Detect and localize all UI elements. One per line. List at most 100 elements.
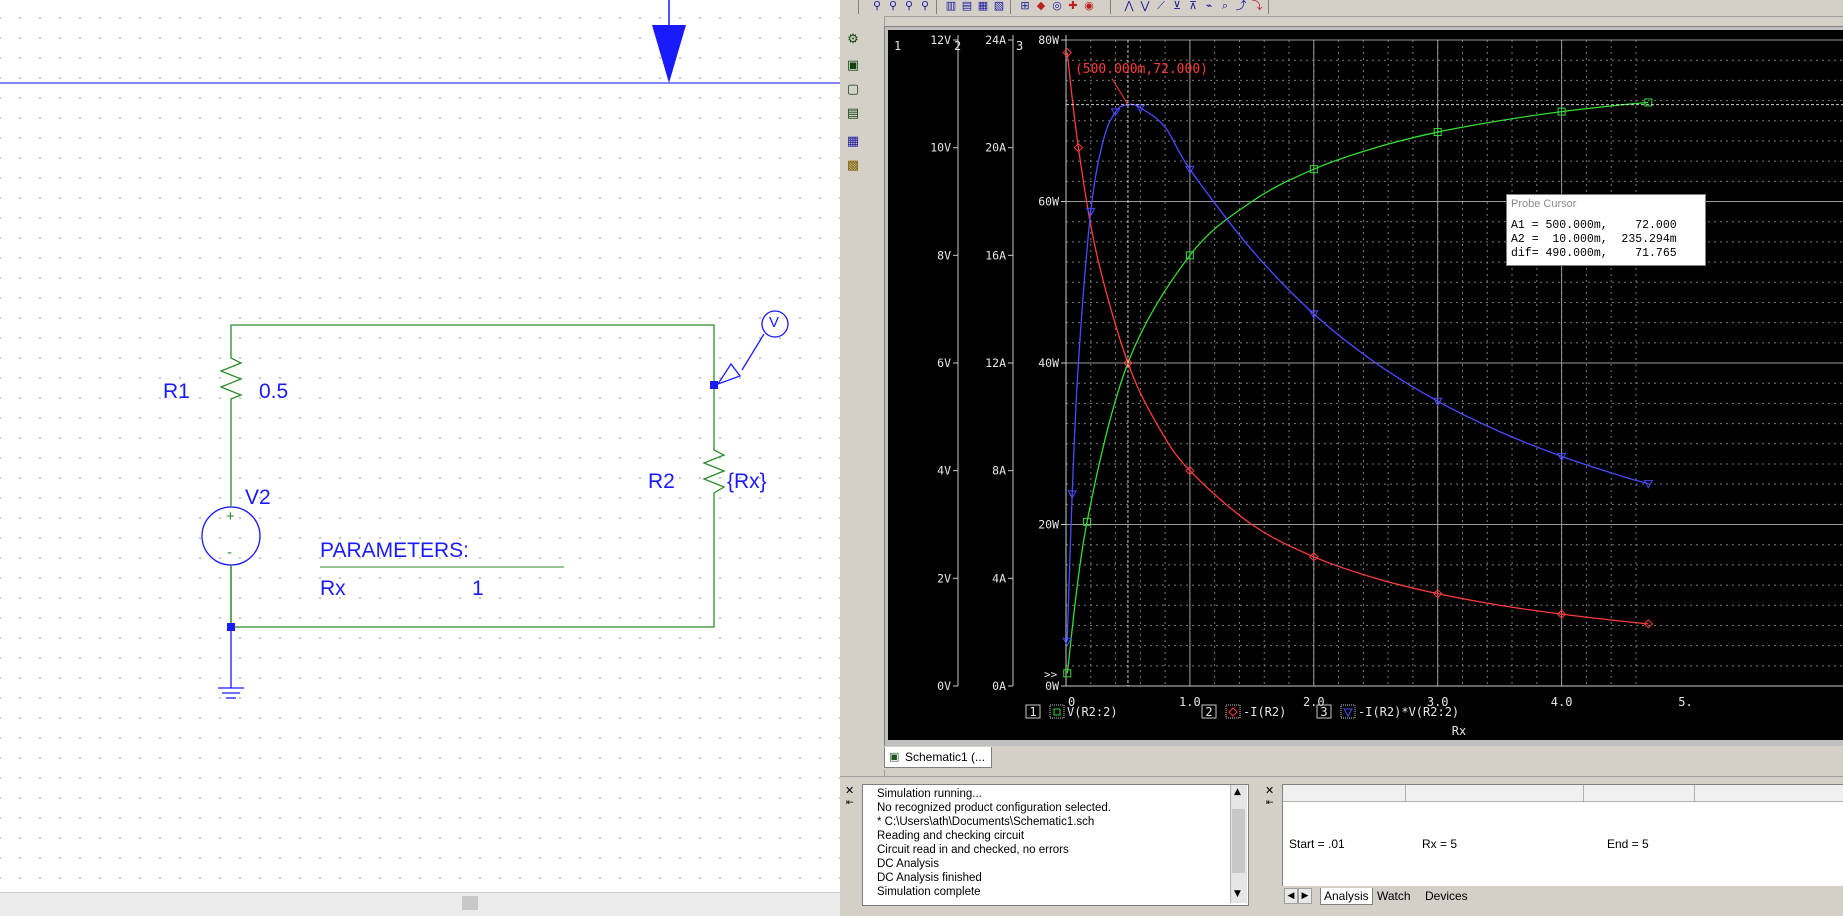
cursor-search-icon[interactable]: ⌕ [1218,0,1232,12]
close-output-icon[interactable]: ✕ [845,785,855,796]
y-tick-label: 10V [930,141,951,155]
zoom-out-icon[interactable]: ⚲ [886,0,900,12]
y-axis-number-1: 1 [894,39,901,53]
toggle-cursor-icon[interactable]: ◉ [1082,0,1096,12]
settings-icon[interactable]: ▩ [844,158,862,174]
label-icon[interactable]: ✚ [1066,0,1080,12]
log-line: Circuit read in and checked, no errors [877,844,1069,856]
y-tick-label: 8V [937,248,951,262]
scroll-down-icon[interactable]: ▼ [1234,889,1241,899]
cursor-point-icon[interactable]: ⌁ [1202,0,1216,12]
cursor-trough-icon[interactable]: ⋁ [1138,0,1152,12]
v2-minus-sign: - [227,544,232,561]
tab-schematic1[interactable]: ▣ Schematic1 (... [884,747,993,768]
params-name[interactable]: Rx [320,577,346,601]
y-tick-label: 0W [1045,679,1059,693]
legend-symbol [1343,708,1353,718]
log-line: Simulation complete [877,886,981,898]
copy-window-icon[interactable]: ▤ [844,106,862,122]
cursor-next-icon[interactable]: ⤴ [1234,0,1248,12]
y-tick-label: 60W [1038,195,1059,209]
y-tick-label: 12A [985,356,1006,370]
tab-nav-first-icon[interactable]: ◀ [1284,888,1298,904]
tab-nav-prev-icon[interactable]: ▶ [1298,888,1312,904]
r1-ref-label[interactable]: R1 [163,380,190,404]
r2-value-label[interactable]: {Rx} [727,470,767,494]
x-tick-label: 4.0 [1551,695,1573,709]
scroll-up-icon[interactable]: ▲ [1234,787,1241,797]
log-line: Simulation running... [877,788,982,800]
legend-symbol [1053,708,1061,716]
log-y-icon[interactable]: ▧ [992,0,1006,12]
tab-devices[interactable]: Devices [1422,888,1471,904]
cursor-mark-icon[interactable]: ⤵ [1250,0,1264,12]
pin-output-icon[interactable]: ⇤ [846,798,856,808]
zoom-in-icon[interactable]: ⚲ [870,0,884,12]
tab-analysis[interactable]: Analysis [1320,888,1373,905]
legend-label-2: -I(R2) [1243,705,1286,719]
cursor-max-icon[interactable]: ⊼ [1186,0,1200,12]
log-x-icon[interactable]: ▥ [944,0,958,12]
sim-status-header [1283,785,1843,802]
zoom-fit-icon[interactable]: ⚲ [918,0,932,12]
x-tick-label: 5. [1678,695,1692,709]
probe-side-toolbar: ⚙ ▣ ▢ ▤ ▦ ▩ [840,16,885,776]
tab-watch[interactable]: Watch [1374,888,1414,904]
cursor-peak-icon[interactable]: ⋀ [1122,0,1136,12]
scrollbar-thumb[interactable] [462,896,478,910]
probe-cursor-box[interactable]: Probe Cursor A1 = 500.000m, 72.000 A2 = … [1506,194,1706,266]
waveform-icon: ▣ [889,750,900,763]
output-log[interactable]: Simulation running... No recognized prod… [862,784,1249,906]
cursor-point-label: (500.000m,72.000) [1075,62,1208,77]
y-tick-label: 6V [937,356,951,370]
cursor-slope-icon[interactable]: ⟋ [1154,0,1168,12]
scrollbar-thumb[interactable] [1232,809,1245,873]
wire-bottom [230,505,715,628]
schematic-canvas[interactable]: R1 0.5 V2 + - R2 {Rx} V PARAMETERS: Rx 1 [0,0,840,915]
output-log-scrollbar[interactable]: ▲ ▼ [1230,785,1247,903]
schematic-drawing [0,0,840,699]
pin-sim-status-icon[interactable]: ⇤ [1266,798,1276,808]
simulate-icon[interactable]: ⚙ [844,32,862,48]
v2-plus-sign: + [226,508,235,525]
y-tick-label: 4A [992,571,1006,585]
mark-data-icon[interactable]: ◆ [1034,0,1048,12]
log-line: * C:\Users\ath\Documents\Schematic1.sch [877,816,1095,828]
axis-selector-marker: >> [1044,668,1058,681]
plot-svg: 10V2V4V6V8V10V12V 20A4A8A12A16A20A24A 30W2… [894,33,1843,738]
y-tick-label: 40W [1038,356,1059,370]
probe-tab-strip [880,746,1843,770]
y-tick-label: 0A [992,679,1006,693]
y-tick-label: 16A [985,248,1006,262]
schematic-hscrollbar[interactable] [0,892,840,916]
text-label-icon[interactable]: ▦ [844,134,862,150]
x-axis-label: Rx [1452,724,1466,738]
legend-label-3: -I(R2)*V(R2:2) [1358,705,1459,719]
add-plot-icon[interactable]: ▣ [844,58,862,74]
cursor-icon[interactable]: ◎ [1050,0,1064,12]
add-y-axis-icon[interactable]: ▢ [844,82,862,98]
probe-plot[interactable]: 1 0V 2V 4V 6V 8V 10V 12V 2 0A 4A 8A 12A 16A 20A 24A 3 0W 2… [888,30,1843,740]
params-title[interactable]: PARAMETERS: [320,539,469,563]
close-sim-status-icon[interactable]: ✕ [1265,785,1275,796]
cursor-row-a1: A1 = 500.000m, 72.000 [1511,219,1677,232]
zoom-area-icon[interactable]: ⚲ [902,0,916,12]
output-log-lines: Simulation running... No recognized prod… [877,787,1111,899]
cursor-min-icon[interactable]: ⊻ [1170,0,1184,12]
v2-ref-label[interactable]: V2 [245,486,271,510]
sim-end-value: End = 5 [1607,837,1649,851]
y-tick-label: 20W [1038,518,1059,532]
r2-ref-label[interactable]: R2 [648,470,675,494]
add-trace-icon[interactable]: ⊞ [1018,0,1032,12]
x-tick-label: 1.0 [1179,695,1201,709]
y-axis-number-2: 2 [954,39,961,53]
y-tick-label: 0V [937,679,951,693]
r1-value-label[interactable]: 0.5 [259,380,288,404]
y-tick-label: 20A [985,141,1006,155]
performance-icon[interactable]: ▦ [976,0,990,12]
fourier-icon[interactable]: ▤ [960,0,974,12]
params-value[interactable]: 1 [472,577,484,601]
log-line: DC Analysis finished [877,872,982,884]
voltage-probe-tip [716,362,742,386]
legend-index-2: 2 [1205,705,1212,719]
